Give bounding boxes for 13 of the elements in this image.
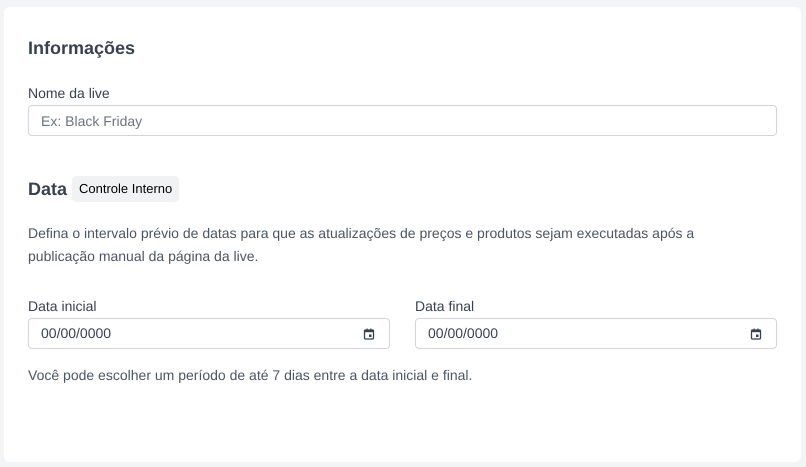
date-field[interactable]: 00/00/0000 [28, 318, 390, 349]
section-title: Data [28, 178, 68, 201]
description-text: Defina o intervalo prévio de datas para que as atualizações de preços e produtos sejam executadas após a publicação manual da página da live. [28, 224, 696, 266]
calendar-icon[interactable] [363, 328, 375, 340]
field-label: Nome da live [28, 84, 111, 102]
field-label: Data final [415, 297, 476, 315]
date-field[interactable]: 00/00/0000 [415, 318, 777, 349]
section-title: Informações [28, 37, 136, 60]
field-label: Data inicial [28, 297, 98, 315]
input-field[interactable]: Ex: Black Friday [28, 105, 777, 136]
hint-text: Você pode escolher um período de até 7 dias entre a data inicial e final. [28, 366, 474, 384]
calendar-icon[interactable] [750, 328, 762, 340]
internal-tag: Controle Interno [72, 176, 180, 202]
